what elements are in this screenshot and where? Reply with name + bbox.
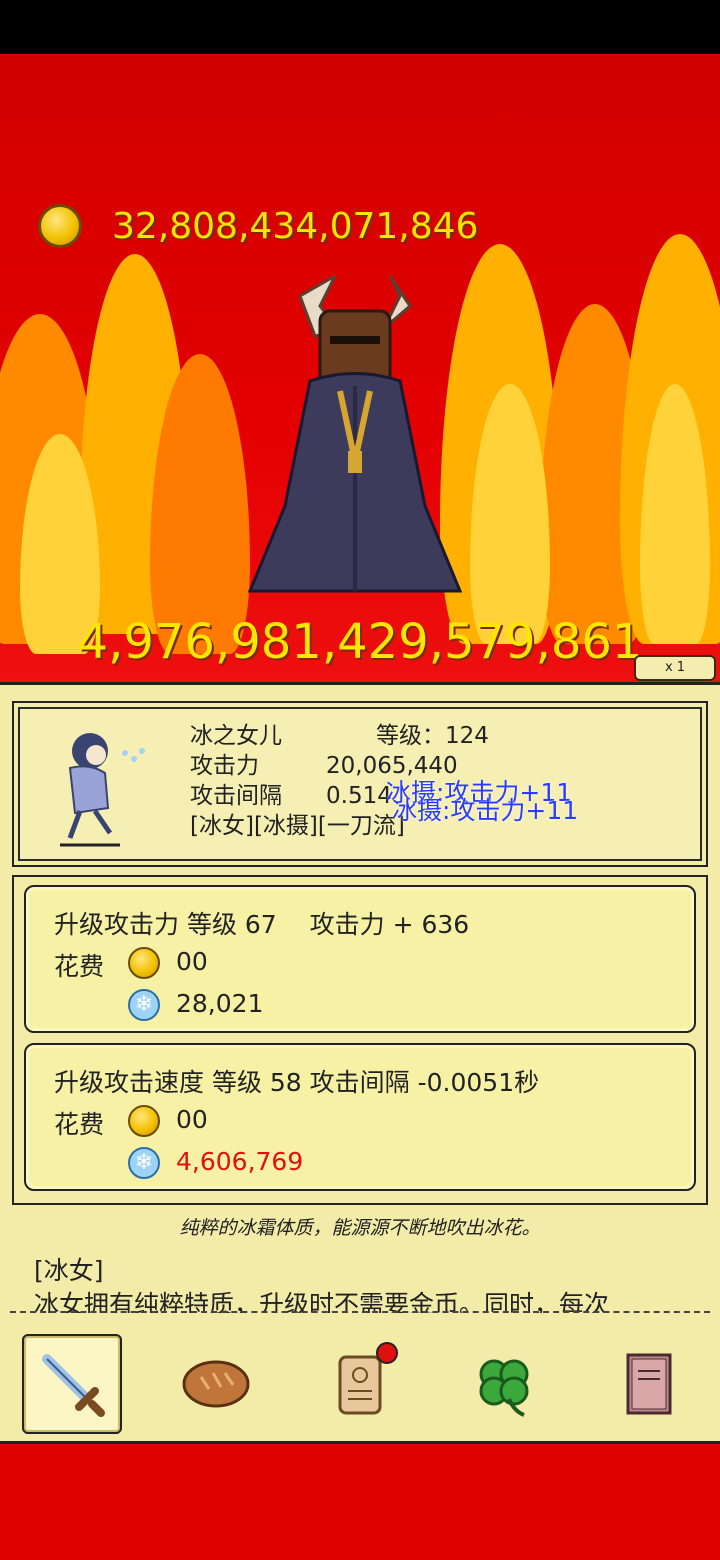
- hero-name: 冰之女儿: [190, 723, 282, 749]
- divider: [10, 1311, 710, 1313]
- ice-girl-avatar-icon: [60, 733, 145, 847]
- boss-hp: 4,976,981,429,579,861: [77, 614, 643, 670]
- nav-book-tab[interactable]: [598, 1334, 698, 1434]
- flavor-text: 纯粹的冰霜体质，能源源不断地吹出冰花。: [179, 1217, 541, 1239]
- hero-card: 冰之女儿 等级：124 攻击力 20,065,440 攻击间隔 0.514 [冰…: [12, 701, 708, 867]
- upgrade-title: 升级攻击力 等级 67 攻击力 + 636: [54, 910, 470, 939]
- upgrade-title: 升级攻击速度 等级 58 攻击间隔 -0.0051秒: [54, 1068, 540, 1097]
- notification-badge: [376, 1342, 398, 1364]
- boss-demon-icon[interactable]: [240, 276, 470, 596]
- nav-heroes-tab[interactable]: [22, 1334, 122, 1434]
- nav-food-tab[interactable]: [166, 1334, 266, 1434]
- speed-multiplier-button[interactable]: x 1: [634, 655, 716, 681]
- footer-area: [0, 1444, 720, 1560]
- clover-icon: [479, 1359, 529, 1417]
- hero-level: 等级：124: [376, 723, 489, 749]
- nav-quest-tab[interactable]: [310, 1334, 410, 1434]
- cost-label: 花费: [54, 952, 105, 981]
- status-bar: [0, 0, 720, 54]
- gold-amount: 32,808,434,071,846: [112, 205, 479, 247]
- hero-panel: 冰之女儿 等级：124 攻击力 20,065,440 攻击间隔 0.514 [冰…: [0, 682, 720, 1444]
- attack-label: 攻击力: [190, 753, 259, 779]
- book-icon: [626, 1353, 672, 1415]
- gold-display: 32,808,434,071,846: [38, 198, 478, 254]
- sword-icon: [42, 1354, 105, 1417]
- interval-label: 攻击间隔: [190, 783, 282, 809]
- gold-coin-icon: [128, 1105, 160, 1137]
- gold-coin-icon: [128, 947, 160, 979]
- ice-cost: 4,606,769: [176, 1147, 304, 1176]
- gold-cost: 00: [176, 947, 208, 976]
- bottom-nav: [0, 1325, 720, 1443]
- upgrade-speed-card[interactable]: 升级攻击速度 等级 58 攻击间隔 -0.0051秒 花费 00 ❄ 4,606…: [24, 1043, 696, 1191]
- skill-title: [冰女]: [34, 1256, 104, 1285]
- nav-luck-tab[interactable]: [454, 1334, 554, 1434]
- gold-coin-icon: [38, 204, 82, 248]
- battle-area: 32,808,434,071,846 4,976,981,429,579,861: [0, 54, 720, 684]
- snowflake-icon: ❄: [128, 989, 160, 1021]
- snowflake-icon: ❄: [128, 1147, 160, 1179]
- bread-icon: [182, 1360, 250, 1408]
- skill-description[interactable]: 冰女拥有纯粹特质，升级时不需要金币。同时，每次: [34, 1285, 694, 1313]
- upgrade-attack-card[interactable]: 升级攻击力 等级 67 攻击力 + 636 花费 00 ❄ 28,021: [24, 885, 696, 1033]
- gold-cost: 00: [176, 1105, 208, 1134]
- floating-buff-text: 冰摄:攻击力+11: [392, 796, 579, 825]
- ice-cost: 28,021: [176, 989, 264, 1018]
- interval-value: 0.514: [326, 783, 392, 809]
- upgrade-section: 升级攻击力 等级 67 攻击力 + 636 花费 00 ❄ 28,021 升级攻…: [12, 875, 708, 1205]
- cost-label: 花费: [54, 1110, 105, 1139]
- hero-tags: [冰女][冰摄][一刀流]: [190, 813, 405, 839]
